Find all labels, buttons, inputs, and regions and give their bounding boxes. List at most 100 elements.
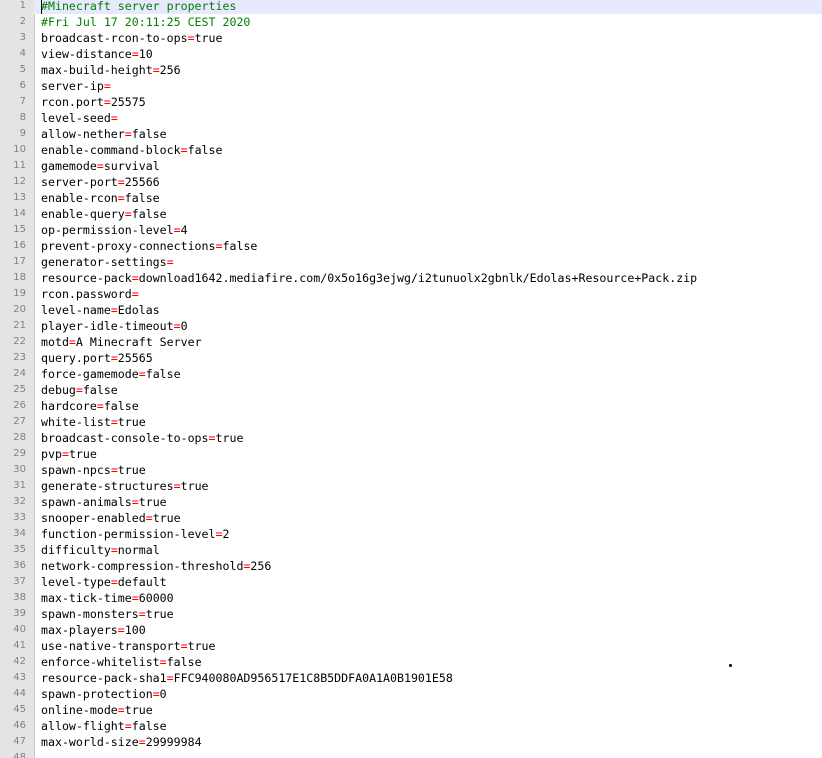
equals-operator: = [110, 463, 118, 477]
property-key: broadcast-rcon-to-ops [41, 31, 188, 45]
line-number: 30 [13, 464, 26, 475]
code-line[interactable]: 43 resource-pack-sha1=FFC940080AD956517E1… [0, 670, 822, 686]
code-line[interactable]: 29 pvp=true [0, 446, 822, 462]
code-line[interactable]: 17 generator-settings= [0, 254, 822, 270]
code-line[interactable]: 23 query.port=25565 [0, 350, 822, 366]
code-line[interactable]: 5 max-build-height=256 [0, 62, 822, 78]
property-value: false [82, 383, 118, 397]
code-line[interactable]: 42 enforce-whitelist=false [0, 654, 822, 670]
line-number: 38 [13, 592, 26, 603]
code-line[interactable]: 32 spawn-animals=true [0, 494, 822, 510]
code-line[interactable]: 27 white-list=true [0, 414, 822, 430]
code-line[interactable]: 13 enable-rcon=false [0, 190, 822, 206]
code-line[interactable]: 41 use-native-transport=true [0, 638, 822, 654]
line-content: query.port=25565 [41, 350, 153, 366]
line-number: 26 [13, 400, 26, 411]
code-line[interactable]: 25 debug=false [0, 382, 822, 398]
code-line[interactable]: 8 level-seed= [0, 110, 822, 126]
property-value: 25575 [110, 95, 146, 109]
code-line[interactable]: 39 spawn-monsters=true [0, 606, 822, 622]
property-value: false [124, 191, 160, 205]
property-key: enforce-whitelist [41, 655, 160, 669]
equals-operator: = [68, 335, 76, 349]
property-key: spawn-monsters [41, 607, 139, 621]
code-line[interactable]: 9 allow-nether=false [0, 126, 822, 142]
line-content: level-seed= [41, 110, 118, 126]
code-line[interactable]: 12 server-port=25566 [0, 174, 822, 190]
code-line[interactable]: 40 max-players=100 [0, 622, 822, 638]
property-value: true [138, 495, 167, 509]
code-line[interactable]: 37 level-type=default [0, 574, 822, 590]
code-line[interactable]: 4 view-distance=10 [0, 46, 822, 62]
line-content: online-mode=true [41, 702, 153, 718]
equals-operator: = [103, 79, 111, 93]
line-number: 4 [19, 48, 26, 59]
code-line[interactable]: 11 gamemode=survival [0, 158, 822, 174]
code-line[interactable]: 35 difficulty=normal [0, 542, 822, 558]
equals-operator: = [166, 671, 174, 685]
line-content: max-tick-time=60000 [41, 590, 174, 606]
code-line[interactable]: 46 allow-flight=false [0, 718, 822, 734]
code-line[interactable]: 31 generate-structures=true [0, 478, 822, 494]
line-number: 36 [13, 560, 26, 571]
code-line[interactable]: 30 spawn-npcs=true [0, 462, 822, 478]
code-line[interactable]: 20 level-name=Edolas [0, 302, 822, 318]
code-line[interactable]: 21 player-idle-timeout=0 [0, 318, 822, 334]
code-line[interactable]: 14 enable-query=false [0, 206, 822, 222]
line-number: 20 [13, 304, 26, 315]
equals-operator: = [110, 415, 118, 429]
property-value: 4 [180, 223, 188, 237]
code-line[interactable]: 45 online-mode=true [0, 702, 822, 718]
code-line[interactable]: 24 force-gamemode=false [0, 366, 822, 382]
property-key: level-type [41, 575, 111, 589]
code-line[interactable]: 28 broadcast-console-to-ops=true [0, 430, 822, 446]
code-line[interactable]: 48 [0, 750, 822, 758]
equals-operator: = [131, 495, 139, 509]
equals-operator: = [110, 111, 118, 125]
code-line[interactable]: 10 enable-command-block=false [0, 142, 822, 158]
line-number: 31 [13, 480, 26, 491]
line-number: 44 [13, 688, 26, 699]
property-key: prevent-proxy-connections [41, 239, 216, 253]
code-line[interactable]: 2 #Fri Jul 17 20:11:25 CEST 2020 [0, 14, 822, 30]
equals-operator: = [166, 255, 174, 269]
code-line[interactable]: 7 rcon.port=25575 [0, 94, 822, 110]
text-editor[interactable]: 1 #Minecraft server properties 2 #Fri Jul 1… [0, 0, 822, 758]
code-line[interactable]: 47 max-world-size=29999984 [0, 734, 822, 750]
code-line[interactable]: 19 rcon.password= [0, 286, 822, 302]
property-key: gamemode [41, 159, 97, 173]
code-line[interactable]: 18 resource-pack=download1642.mediafire.c… [0, 270, 822, 286]
equals-operator: = [124, 719, 132, 733]
property-key: white-list [41, 415, 111, 429]
code-line[interactable]: 6 server-ip= [0, 78, 822, 94]
equals-operator: = [173, 223, 181, 237]
property-key: snooper-enabled [41, 511, 146, 525]
code-line[interactable]: 36 network-compression-threshold=256 [0, 558, 822, 574]
code-line[interactable]: 3 broadcast-rcon-to-ops=true [0, 30, 822, 46]
line-number: 16 [13, 240, 26, 251]
code-line[interactable]: 22 motd=A Minecraft Server [0, 334, 822, 350]
code-line[interactable]: 26 hardcore=false [0, 398, 822, 414]
code-line[interactable]: 1 #Minecraft server properties [0, 0, 822, 14]
property-key: max-build-height [41, 63, 153, 77]
code-line[interactable]: 33 snooper-enabled=true [0, 510, 822, 526]
equals-operator: = [110, 351, 118, 365]
property-value: 100 [124, 623, 146, 637]
code-line[interactable]: 38 max-tick-time=60000 [0, 590, 822, 606]
code-line[interactable]: 15 op-permission-level=4 [0, 222, 822, 238]
property-value: false [187, 143, 223, 157]
code-line[interactable]: 34 function-permission-level=2 [0, 526, 822, 542]
equals-operator: = [124, 127, 132, 141]
property-key: enable-rcon [41, 191, 118, 205]
equals-operator: = [117, 623, 125, 637]
line-number: 5 [19, 64, 26, 75]
property-value: 10 [138, 47, 153, 61]
line-number: 41 [13, 640, 26, 651]
line-number: 46 [13, 720, 26, 731]
equals-operator: = [96, 399, 104, 413]
code-line[interactable]: 44 spawn-protection=0 [0, 686, 822, 702]
property-key: motd [41, 335, 69, 349]
line-number: 47 [13, 736, 26, 747]
code-line[interactable]: 16 prevent-proxy-connections=false [0, 238, 822, 254]
property-value: true [124, 703, 153, 717]
